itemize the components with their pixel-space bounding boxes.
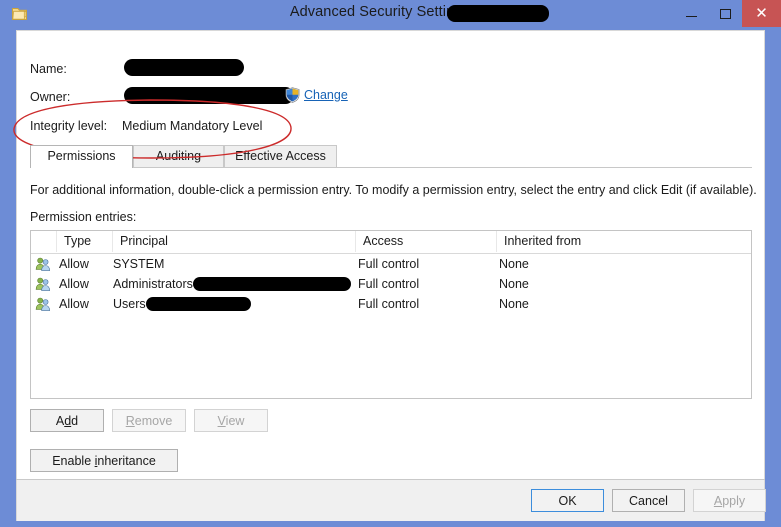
minimize-icon xyxy=(674,0,709,27)
close-button[interactable]: ✕ xyxy=(742,0,781,27)
cell-inherited-from: None xyxy=(499,257,529,271)
maximize-icon xyxy=(709,0,742,27)
tab-permissions[interactable]: Permissions xyxy=(30,145,133,168)
apply-button[interactable]: Apply xyxy=(693,489,766,512)
screenshot-root: Advanced Security Settings for ✕ Name: O… xyxy=(0,0,781,527)
cell-principal: Users xyxy=(113,294,251,314)
minimize-button[interactable] xyxy=(674,0,709,27)
tab-strip-underline xyxy=(30,167,752,168)
list-rows-container: Allow SYSTEM Full control None Allow Administ… xyxy=(31,254,751,314)
dialog-footer: OK Cancel Apply xyxy=(16,480,766,521)
owner-value-redaction xyxy=(124,87,294,104)
cell-access: Full control xyxy=(358,277,420,291)
enable-inheritance-button[interactable]: Enable inheritance xyxy=(30,449,178,472)
list-header-row: Type Principal Access Inherited from xyxy=(31,231,751,254)
change-owner-link[interactable]: Change xyxy=(285,87,348,103)
cell-principal-text: Administrators xyxy=(113,277,193,291)
name-value-redaction xyxy=(124,59,244,76)
cell-principal-redaction xyxy=(145,296,251,311)
info-text: For additional information, double-click… xyxy=(30,183,757,197)
cell-access: Full control xyxy=(358,257,420,271)
table-row[interactable]: Allow SYSTEM Full control None xyxy=(31,254,751,274)
add-button[interactable]: Add xyxy=(30,409,104,432)
cell-type: Allow xyxy=(59,257,89,271)
tab-auditing[interactable]: Auditing xyxy=(133,145,224,167)
ok-button[interactable]: OK xyxy=(531,489,604,512)
cancel-button[interactable]: Cancel xyxy=(612,489,685,512)
cell-principal-text: Users xyxy=(113,297,146,311)
change-link-text: Change xyxy=(304,88,348,102)
cell-principal: Administrators xyxy=(113,274,351,294)
column-header-inherited-from[interactable]: Inherited from xyxy=(497,231,751,252)
window-title: Advanced Security Settings for xyxy=(0,4,781,20)
tab-effective-access[interactable]: Effective Access xyxy=(224,145,337,167)
cell-principal: SYSTEM xyxy=(113,254,164,274)
close-icon: ✕ xyxy=(755,5,768,22)
uac-shield-icon xyxy=(285,87,300,103)
remove-button[interactable]: Remove xyxy=(112,409,186,432)
view-button[interactable]: View xyxy=(194,409,268,432)
dialog-client-area: Name: Owner: Change Integrity level: Med… xyxy=(16,30,765,480)
table-row[interactable]: Allow Administrators Full control None xyxy=(31,274,751,294)
cell-type: Allow xyxy=(59,277,89,291)
cell-principal-redaction xyxy=(192,276,351,291)
owner-label: Owner: xyxy=(30,90,71,104)
maximize-button[interactable] xyxy=(709,0,742,27)
name-label: Name: xyxy=(30,62,67,76)
cell-type: Allow xyxy=(59,297,89,311)
group-users-icon xyxy=(35,254,55,274)
cell-access: Full control xyxy=(358,297,420,311)
cell-inherited-from: None xyxy=(499,297,529,311)
tab-active-gap xyxy=(31,167,132,168)
integrity-level-label: Integrity level: xyxy=(30,119,108,133)
cell-principal-text: SYSTEM xyxy=(113,257,165,271)
integrity-level-value: Medium Mandatory Level xyxy=(122,119,263,133)
column-header-access[interactable]: Access xyxy=(356,231,497,252)
column-header-type[interactable]: Type xyxy=(57,231,113,252)
table-row[interactable]: Allow Users Full control None xyxy=(31,294,751,314)
tab-strip: Permissions Auditing Effective Access xyxy=(30,145,752,168)
permission-entries-label: Permission entries: xyxy=(30,210,137,224)
column-header-principal[interactable]: Principal xyxy=(113,231,356,252)
title-bar[interactable]: Advanced Security Settings for ✕ xyxy=(0,0,781,28)
permission-entries-list[interactable]: Type Principal Access Inherited from All… xyxy=(30,230,752,399)
group-users-icon xyxy=(35,274,55,294)
column-header-icon[interactable] xyxy=(31,231,57,252)
cell-inherited-from: None xyxy=(499,277,529,291)
window-title-redaction xyxy=(447,5,549,22)
group-users-icon xyxy=(35,294,55,314)
